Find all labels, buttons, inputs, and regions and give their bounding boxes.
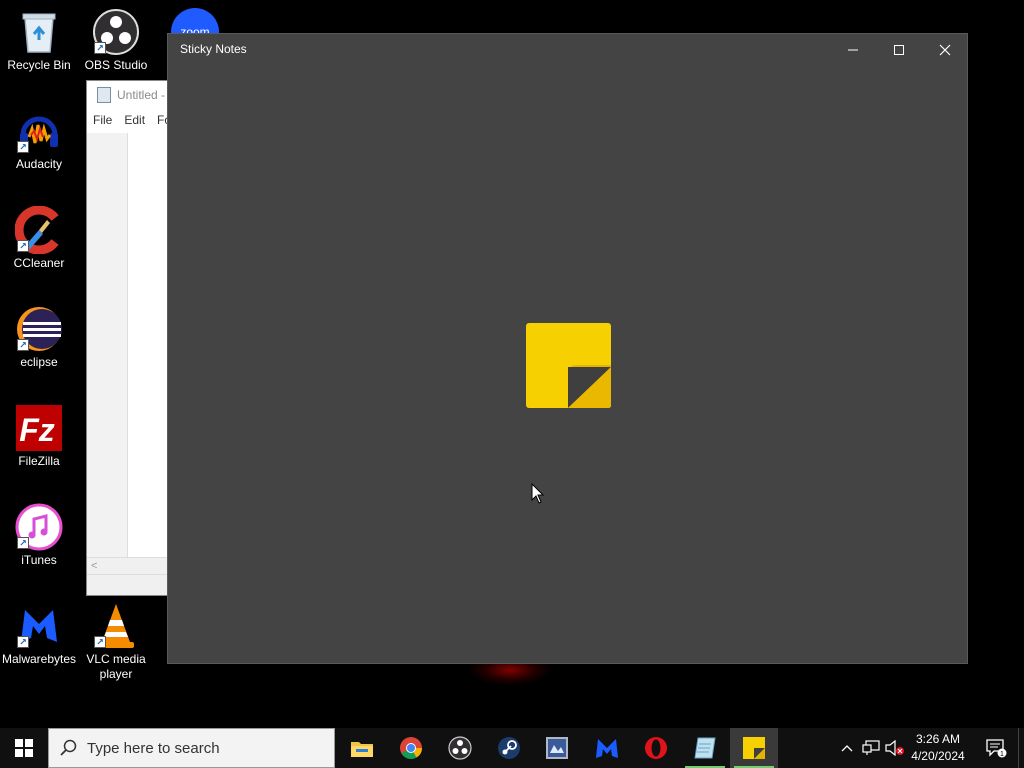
obs-studio-icon: ↗	[92, 8, 140, 56]
svg-text:Fz: Fz	[19, 412, 55, 448]
file-explorer-icon	[351, 742, 373, 757]
desktop-icon-label: Malwarebytes	[1, 652, 77, 666]
shortcut-arrow-icon: ↗	[17, 537, 29, 549]
close-button[interactable]	[922, 34, 968, 66]
filezilla-icon: Fz	[15, 404, 63, 452]
minimize-icon	[848, 49, 858, 51]
mouse-cursor-icon	[531, 483, 545, 504]
notepad-title: Untitled -	[117, 88, 166, 102]
taskbar-steam[interactable]	[485, 728, 533, 768]
network-icon	[862, 740, 880, 755]
vlc-icon: ↗	[92, 602, 140, 650]
taskbar-file-explorer[interactable]	[338, 728, 386, 768]
desktop-icon-malwarebytes[interactable]: ↗ Malwarebytes	[0, 602, 78, 667]
desktop-icon-vlc[interactable]: ↗ VLC media player	[77, 602, 155, 682]
notepad-menubar: File Edit Fo	[87, 109, 169, 131]
app-icon	[546, 737, 568, 759]
taskbar-sticky-notes[interactable]	[730, 728, 778, 768]
shortcut-arrow-icon: ↗	[17, 636, 29, 648]
shortcut-arrow-icon: ↗	[94, 636, 106, 648]
menu-edit[interactable]: Edit	[124, 113, 145, 127]
desktop-icon-audacity[interactable]: ↗ Audacity	[0, 107, 78, 172]
menu-file[interactable]: File	[93, 113, 112, 127]
ccleaner-icon: ↗	[15, 206, 63, 254]
malwarebytes-icon	[596, 739, 618, 758]
obs-studio-icon	[448, 736, 472, 760]
notepad-status-bar	[87, 574, 169, 595]
volume-muted-icon	[885, 740, 904, 756]
audacity-icon: ↗	[15, 107, 63, 155]
shortcut-arrow-icon: ↗	[17, 141, 29, 153]
clock-date: 4/20/2024	[911, 749, 965, 763]
show-hidden-icons-button[interactable]	[838, 728, 856, 768]
notepad-icon	[97, 87, 111, 103]
opera-icon	[645, 737, 667, 759]
desktop-icon-obs-studio[interactable]: ↗ OBS Studio	[77, 8, 155, 73]
notepad-icon	[694, 737, 716, 759]
sticky-notes-logo-icon	[526, 323, 611, 408]
minimize-button[interactable]	[830, 34, 876, 66]
notepad-titlebar[interactable]: Untitled -	[87, 81, 169, 109]
action-center-button[interactable]: 1	[978, 728, 1014, 768]
desktop-icon-itunes[interactable]: ↗ iTunes	[0, 503, 78, 568]
taskbar: Type here to search 3:26 AM 4/20/2024 1	[0, 728, 1024, 768]
desktop: Recycle Bin ↗ OBS Studio zoom ↗ Audacity…	[0, 0, 1024, 728]
desktop-icon-label: Recycle Bin	[7, 58, 71, 72]
desktop-icon-recycle-bin[interactable]: Recycle Bin	[0, 8, 78, 73]
shortcut-arrow-icon: ↗	[17, 240, 29, 252]
notepad-text-area[interactable]	[127, 133, 169, 557]
maximize-icon	[894, 45, 904, 55]
shortcut-arrow-icon: ↗	[17, 339, 29, 351]
desktop-icon-filezilla[interactable]: Fz FileZilla	[0, 404, 78, 469]
steam-icon	[498, 737, 520, 759]
notepad-window[interactable]: Untitled - File Edit Fo <	[86, 80, 169, 596]
desktop-icon-label: Audacity	[15, 157, 63, 171]
search-icon	[60, 739, 77, 756]
volume-tray-button[interactable]	[884, 728, 906, 768]
desktop-icon-label: CCleaner	[13, 256, 65, 270]
window-title: Sticky Notes	[180, 42, 247, 56]
desktop-icon-label: eclipse	[20, 355, 58, 369]
notepad-horizontal-scrollbar[interactable]: <	[87, 557, 169, 575]
show-desktop-button[interactable]	[1018, 728, 1024, 768]
start-button[interactable]	[0, 728, 48, 768]
taskbar-malwarebytes[interactable]	[583, 728, 631, 768]
desktop-icon-label: FileZilla	[18, 454, 60, 468]
taskbar-chrome[interactable]	[387, 728, 435, 768]
chrome-icon	[400, 737, 422, 759]
sticky-notes-icon	[743, 737, 765, 759]
desktop-icon-eclipse[interactable]: ↗ eclipse	[0, 305, 78, 370]
taskbar-opera[interactable]	[632, 728, 680, 768]
taskbar-app[interactable]	[533, 728, 581, 768]
desktop-icon-label: iTunes	[21, 553, 57, 567]
notifications-icon: 1	[986, 739, 1007, 758]
desktop-icon-label: VLC media player	[86, 652, 146, 681]
taskbar-notepad[interactable]	[681, 728, 729, 768]
clock-time: 3:26 AM	[915, 732, 961, 746]
maximize-button[interactable]	[876, 34, 922, 66]
recycle-bin-icon	[15, 8, 63, 56]
desktop-icon-label: OBS Studio	[84, 58, 148, 72]
chevron-up-icon	[841, 745, 853, 752]
notepad-gutter	[87, 133, 127, 557]
eclipse-icon: ↗	[15, 305, 63, 353]
network-tray-button[interactable]	[860, 728, 882, 768]
windows-logo-icon	[15, 739, 33, 757]
sticky-notes-window[interactable]: Sticky Notes	[167, 33, 968, 664]
taskbar-search-box[interactable]: Type here to search	[48, 728, 335, 768]
taskbar-clock[interactable]: 3:26 AM 4/20/2024	[906, 731, 970, 765]
search-placeholder: Type here to search	[87, 739, 220, 757]
notification-count-badge: 1	[1000, 751, 1004, 758]
taskbar-obs-studio[interactable]	[436, 728, 484, 768]
shortcut-arrow-icon: ↗	[94, 42, 106, 54]
malwarebytes-icon: ↗	[15, 602, 63, 650]
scroll-left-icon[interactable]: <	[91, 560, 97, 572]
desktop-icon-ccleaner[interactable]: ↗ CCleaner	[0, 206, 78, 271]
itunes-icon: ↗	[15, 503, 63, 551]
close-icon	[939, 44, 951, 56]
